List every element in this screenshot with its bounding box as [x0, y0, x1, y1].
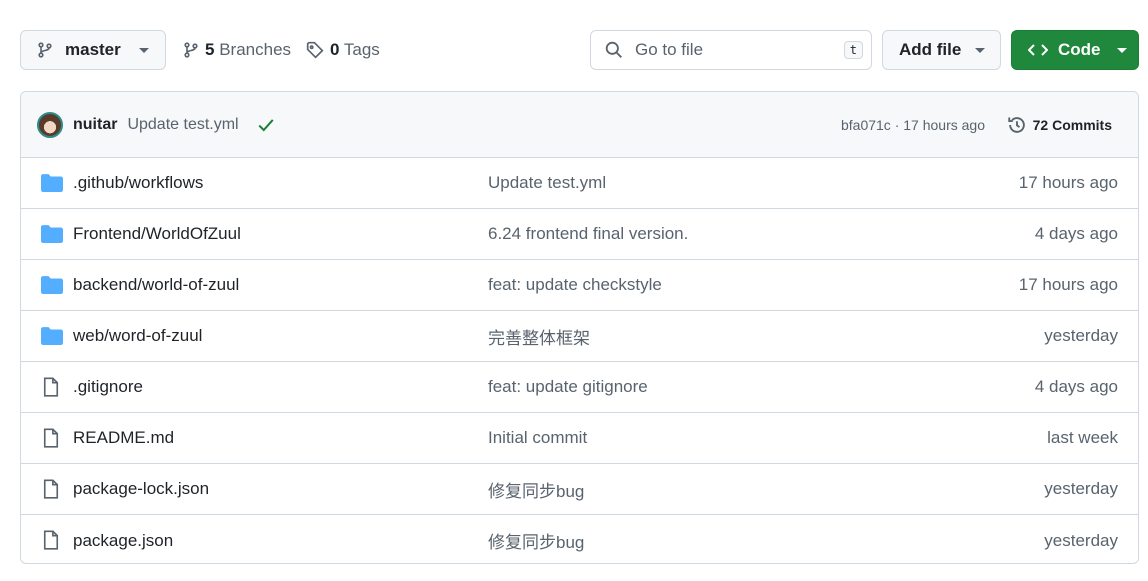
commit-message[interactable]: Update test.yml — [127, 116, 238, 134]
avatar[interactable] — [37, 111, 63, 138]
file-name[interactable]: Frontend/WorldOfZuul — [73, 224, 241, 244]
file-name[interactable]: web/word-of-zuul — [73, 326, 202, 346]
file-commit-message[interactable]: 完善整体框架 — [488, 324, 590, 349]
file-age: 17 hours ago — [1018, 275, 1118, 294]
commits-count: 72 — [1032, 116, 1049, 133]
file-age: last week — [1047, 428, 1118, 447]
file-commit-message[interactable]: Initial commit — [488, 428, 587, 448]
branch-name: master — [65, 40, 121, 59]
code-icon — [1028, 44, 1048, 56]
commit-author[interactable]: nuitar — [73, 116, 117, 134]
file-list: .github/workflows Update test.yml 17 hou… — [21, 158, 1138, 563]
folder-icon — [41, 326, 63, 351]
shortcut-key: t — [843, 41, 863, 59]
file-name[interactable]: .gitignore — [73, 377, 143, 397]
branch-icon — [38, 42, 52, 58]
file-icon — [41, 428, 61, 453]
file-name[interactable]: package.json — [73, 531, 173, 551]
file-row[interactable]: backend/world-of-zuul feat: update check… — [21, 260, 1138, 311]
file-age: 17 hours ago — [1018, 173, 1118, 192]
file-icon — [41, 530, 61, 555]
file-age: yesterday — [1044, 326, 1118, 345]
folder-icon — [41, 275, 63, 300]
chevron-down-icon — [975, 47, 986, 53]
add-file-button[interactable]: Add file — [882, 30, 1001, 70]
file-commit-message[interactable]: 6.24 frontend final version. — [488, 224, 688, 244]
tag-icon — [306, 41, 324, 59]
commits-label: Commits — [1052, 116, 1112, 133]
file-name[interactable]: README.md — [73, 428, 174, 448]
file-commit-message[interactable]: 修复同步bug — [488, 528, 584, 553]
file-commit-message[interactable]: feat: update gitignore — [488, 377, 648, 397]
commits-link[interactable]: 72 Commits — [1007, 115, 1112, 135]
file-row[interactable]: package-lock.json 修复同步bug yesterday — [21, 464, 1138, 515]
chevron-down-icon — [138, 47, 149, 53]
file-age: 4 days ago — [1034, 377, 1118, 396]
search-placeholder: Go to file — [635, 40, 704, 59]
chevron-down-icon — [1116, 47, 1127, 53]
folder-icon — [41, 224, 63, 249]
file-row[interactable]: Frontend/WorldOfZuul 6.24 frontend final… — [21, 209, 1138, 260]
tags-count: 0 — [330, 40, 340, 59]
history-icon — [1007, 116, 1025, 133]
code-label: Code — [1058, 40, 1101, 59]
file-age: 4 days ago — [1034, 224, 1118, 243]
commit-hash[interactable]: bfa071c — [841, 117, 891, 133]
file-commit-message[interactable]: feat: update checkstyle — [488, 275, 662, 295]
file-name[interactable]: backend/world-of-zuul — [73, 275, 239, 295]
search-icon — [605, 41, 622, 58]
file-row[interactable]: web/word-of-zuul 完善整体框架 yesterday — [21, 311, 1138, 362]
file-age: yesterday — [1044, 530, 1118, 550]
folder-icon — [41, 173, 63, 198]
file-icon — [41, 479, 61, 504]
file-name[interactable]: .github/workflows — [73, 173, 203, 193]
commit-time: 17 hours ago — [903, 116, 985, 133]
go-to-file-input[interactable]: Go to file t — [590, 30, 872, 70]
file-commit-message[interactable]: 修复同步bug — [488, 477, 584, 502]
file-row[interactable]: .gitignore feat: update gitignore 4 days… — [21, 362, 1138, 413]
tags-link[interactable]: 0 Tags — [306, 40, 380, 60]
check-icon[interactable] — [257, 116, 275, 134]
file-icon — [41, 377, 61, 402]
file-row[interactable]: package.json 修复同步bug yesterday — [21, 515, 1138, 563]
file-name[interactable]: package-lock.json — [73, 479, 209, 499]
branch-selector[interactable]: master — [20, 30, 166, 70]
file-commit-message[interactable]: Update test.yml — [488, 173, 606, 193]
file-row[interactable]: README.md Initial commit last week — [21, 413, 1138, 464]
separator: · — [894, 116, 900, 133]
add-file-label: Add file — [899, 40, 962, 59]
branch-icon — [184, 42, 198, 58]
tags-label: Tags — [343, 40, 380, 59]
file-row[interactable]: .github/workflows Update test.yml 17 hou… — [21, 158, 1138, 209]
code-button[interactable]: Code — [1011, 30, 1139, 70]
file-age: yesterday — [1044, 479, 1118, 498]
branches-count: 5 — [205, 40, 215, 59]
branches-label: Branches — [219, 40, 292, 59]
latest-commit-bar: nuitar Update test.yml bfa071c · 17 hour… — [21, 92, 1138, 158]
branches-link[interactable]: 5 Branches — [183, 40, 291, 60]
file-browser: nuitar Update test.yml bfa071c · 17 hour… — [20, 91, 1139, 564]
